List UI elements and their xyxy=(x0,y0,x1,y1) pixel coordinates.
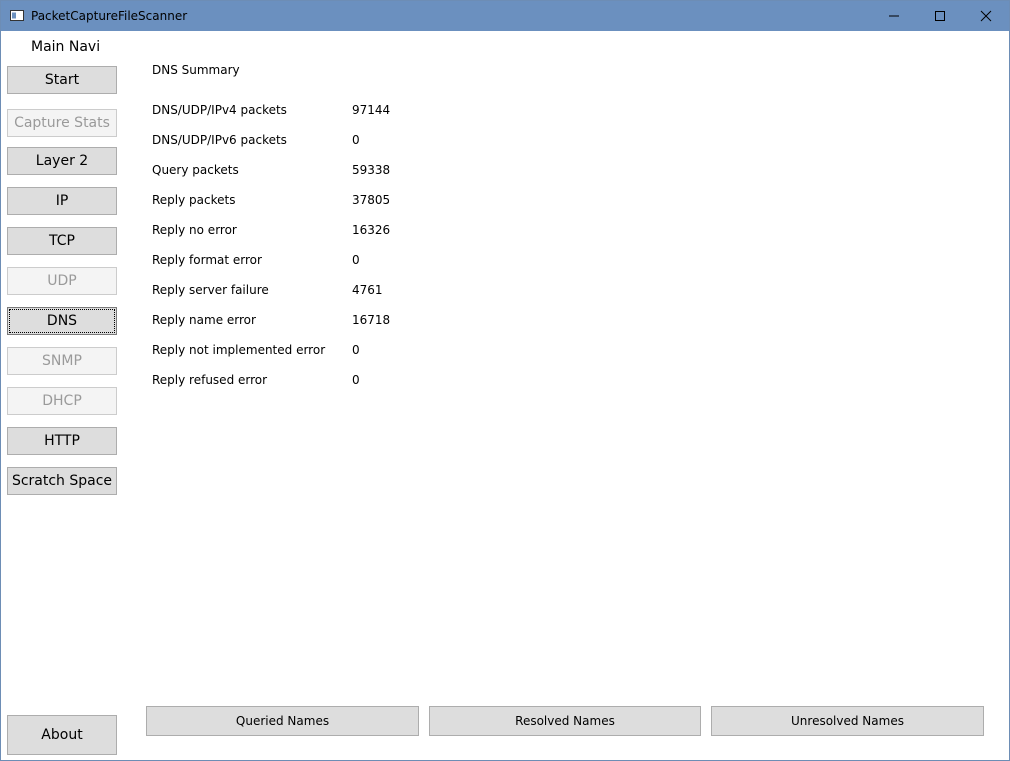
stat-label: Reply no error xyxy=(152,223,237,237)
dns-summary-title: DNS Summary xyxy=(152,63,240,77)
nav-scratch-space-button[interactable]: Scratch Space xyxy=(7,467,117,495)
nav-tcp-button[interactable]: TCP xyxy=(7,227,117,255)
nav-http-button[interactable]: HTTP xyxy=(7,427,117,455)
stat-label: DNS/UDP/IPv6 packets xyxy=(152,133,287,147)
stat-value: 0 xyxy=(352,253,360,267)
stat-value: 37805 xyxy=(352,193,391,207)
stat-value: 0 xyxy=(352,133,360,147)
stat-label: Reply format error xyxy=(152,253,262,267)
stat-value: 59338 xyxy=(352,163,391,177)
close-icon xyxy=(980,10,992,22)
minimize-icon xyxy=(889,15,899,17)
nav-udp-button[interactable]: UDP xyxy=(7,267,117,295)
queried-names-button[interactable]: Queried Names xyxy=(146,706,419,736)
stat-label: Query packets xyxy=(152,163,239,177)
stat-label: Reply server failure xyxy=(152,283,269,297)
resolved-names-button[interactable]: Resolved Names xyxy=(429,706,701,736)
stat-label: Reply refused error xyxy=(152,373,268,387)
nav-ip-button[interactable]: IP xyxy=(7,187,117,215)
maximize-button[interactable] xyxy=(917,1,963,31)
window-title: PacketCaptureFileScanner xyxy=(31,9,188,23)
unresolved-names-button[interactable]: Unresolved Names xyxy=(711,706,984,736)
stat-value: 0 xyxy=(352,373,360,387)
maximize-icon xyxy=(935,11,945,21)
nav-layer2-button[interactable]: Layer 2 xyxy=(7,147,117,175)
nav-start-button[interactable]: Start xyxy=(7,66,117,94)
stat-label: Reply packets xyxy=(152,193,236,207)
nav-dhcp-button[interactable]: DHCP xyxy=(7,387,117,415)
app-icon xyxy=(10,10,24,21)
minimize-button[interactable] xyxy=(871,1,917,31)
title-bar[interactable]: PacketCaptureFileScanner xyxy=(1,1,1009,31)
about-button[interactable]: About xyxy=(7,715,117,755)
stat-label: Reply not implemented error xyxy=(152,343,326,357)
stat-label: DNS/UDP/IPv4 packets xyxy=(152,103,287,117)
nav-capture-stats-button[interactable]: Capture Stats xyxy=(7,109,117,137)
stat-value: 4761 xyxy=(352,283,383,297)
stat-value: 16718 xyxy=(352,313,391,327)
app-window: PacketCaptureFileScanner Main Navi Start… xyxy=(0,0,1010,761)
nav-title: Main Navi xyxy=(31,39,101,55)
nav-dns-button[interactable]: DNS xyxy=(7,307,117,335)
stat-label: Reply name error xyxy=(152,313,256,327)
nav-snmp-button[interactable]: SNMP xyxy=(7,347,117,375)
stat-value: 97144 xyxy=(352,103,391,117)
stat-value: 0 xyxy=(352,343,360,357)
stat-value: 16326 xyxy=(352,223,391,237)
close-button[interactable] xyxy=(963,1,1009,31)
